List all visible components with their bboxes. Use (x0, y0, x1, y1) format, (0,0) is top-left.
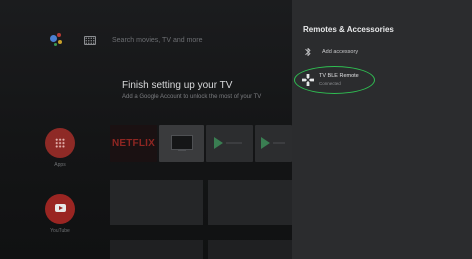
add-accessory-label: Add accessory (322, 49, 359, 55)
add-accessory-item[interactable]: Add accessory (292, 44, 472, 64)
search-bar[interactable]: Search movies, TV and more (48, 32, 203, 48)
live-tv-tile[interactable] (159, 125, 204, 162)
search-placeholder: Search movies, TV and more (112, 36, 203, 44)
netflix-tile[interactable]: NETFLIX (110, 125, 157, 162)
home-screen: Search movies, TV and more Finish settin… (0, 0, 292, 259)
keyboard-icon[interactable] (84, 35, 96, 45)
device-status: Connected (319, 81, 341, 86)
content-tile[interactable] (110, 180, 203, 225)
tv-icon (171, 135, 193, 150)
assistant-icon[interactable] (48, 32, 64, 48)
youtube-icon[interactable] (45, 194, 75, 224)
play-movies-icon (261, 137, 270, 149)
play-store-icon (214, 137, 223, 149)
play-store-tile[interactable] (206, 125, 253, 162)
bluetooth-icon (305, 47, 311, 57)
content-tile[interactable] (110, 240, 203, 259)
panel-title: Remotes & Accessories (303, 25, 394, 34)
tv-screen: Search movies, TV and more Finish settin… (0, 0, 472, 259)
setup-subtitle: Add a Google Account to unlock the most … (122, 94, 262, 100)
content-tile[interactable] (208, 180, 292, 225)
content-tile[interactable] (208, 240, 292, 259)
play-movies-tile[interactable] (255, 125, 292, 162)
play-icon (55, 204, 66, 212)
remotes-accessories-panel: Remotes & Accessories Add accessory TV B… (292, 0, 472, 259)
setup-title[interactable]: Finish setting up your TV (122, 80, 232, 91)
apps-icon[interactable] (45, 128, 75, 158)
apps-label: Apps (54, 162, 66, 168)
youtube-label: YouTube (50, 228, 70, 234)
netflix-logo: NETFLIX (111, 138, 156, 149)
gamepad-icon (302, 74, 314, 86)
device-name: TV BLE Remote (319, 73, 359, 79)
grid-icon (55, 138, 65, 148)
device-item-tv-ble-remote[interactable]: TV BLE Remote Connected (292, 68, 472, 94)
